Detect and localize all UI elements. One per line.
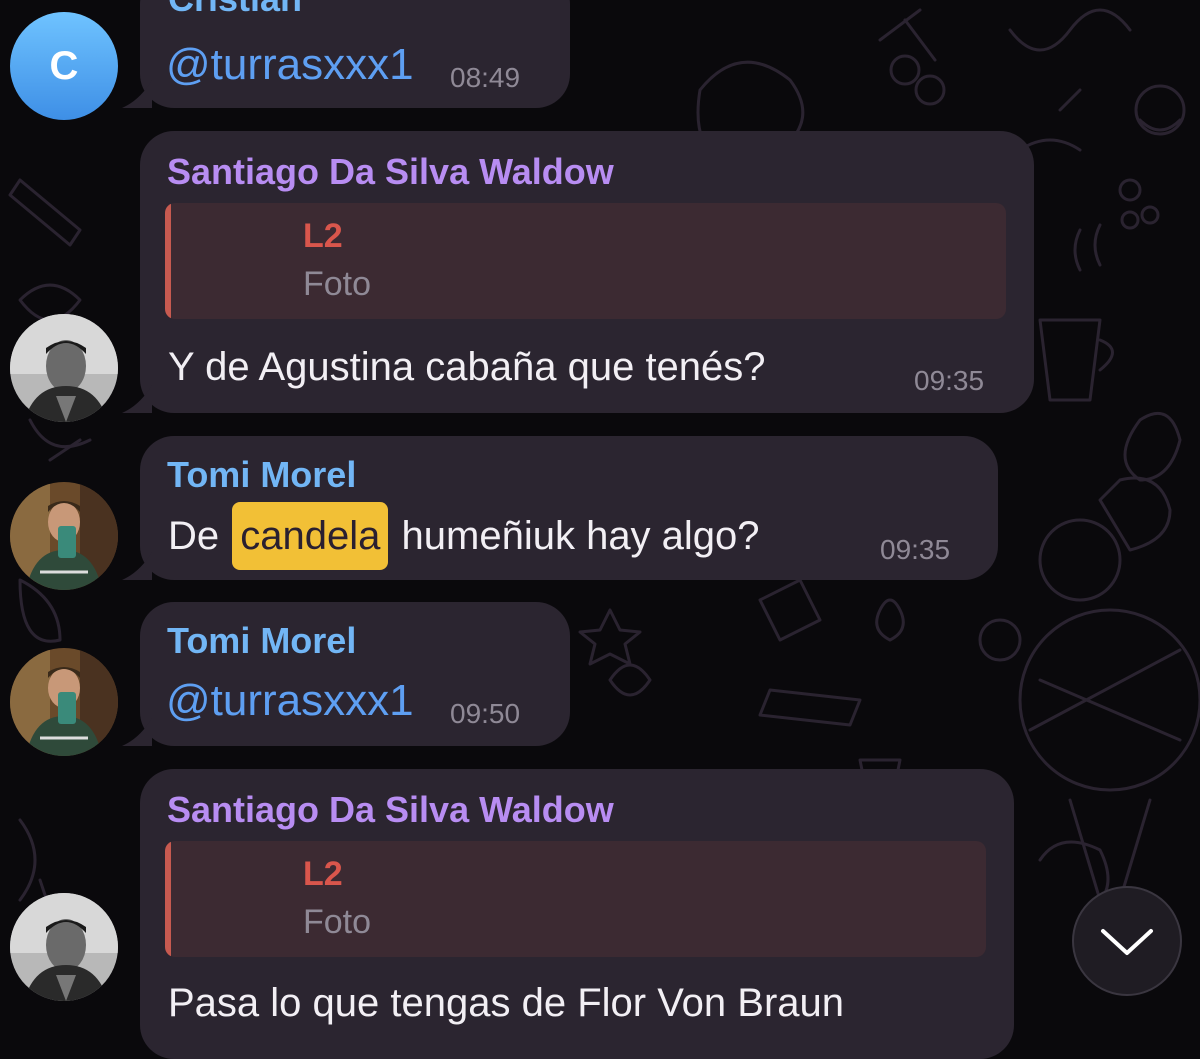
message-time: 08:49	[450, 62, 521, 93]
search-highlight: candela	[232, 502, 389, 570]
message-time: 09:35	[914, 365, 985, 396]
bubble-tail	[122, 80, 152, 108]
message-bubble[interactable]: Tomi Morel De candela humeñiuk hay algo?…	[140, 436, 998, 580]
message-text: De candela humeñiuk hay algo?	[168, 502, 760, 570]
reply-preview[interactable]: L2 Foto	[165, 841, 986, 957]
avatar-tomi[interactable]	[10, 648, 118, 756]
reply-title: L2	[303, 855, 343, 893]
bubble-tail	[122, 385, 152, 413]
mention-link[interactable]: @turrasxxx1	[166, 676, 414, 726]
message-bubble[interactable]: Santiago Da Silva Waldow L2 Foto Pasa lo…	[140, 769, 1014, 1059]
message-text-start: De	[168, 514, 220, 558]
sender-name: Tomi Morel	[167, 454, 357, 495]
reply-preview[interactable]: L2 Foto	[165, 203, 1006, 319]
avatar-santiago[interactable]	[10, 893, 118, 1001]
sender-name: Tomi Morel	[167, 620, 357, 661]
sender-name: Cristian	[168, 0, 302, 20]
reply-text: Foto	[303, 903, 372, 941]
message-text-end: humeñiuk hay algo?	[401, 514, 760, 558]
avatar-tomi[interactable]	[10, 482, 118, 590]
reply-accent-bar	[165, 841, 171, 957]
avatar-letter: C	[49, 43, 79, 88]
message-time: 09:50	[450, 698, 521, 729]
message-bubble[interactable]: Tomi Morel @turrasxxx1 09:50	[140, 602, 570, 746]
reply-accent-bar	[165, 203, 171, 319]
mention-link[interactable]: @turrasxxx1	[166, 40, 414, 90]
message-bubble[interactable]: Santiago Da Silva Waldow L2 Foto Y de Ag…	[140, 131, 1034, 413]
message-time: 09:35	[880, 534, 951, 565]
reply-title: L2	[303, 217, 343, 255]
avatar-santiago[interactable]	[10, 314, 118, 422]
message-text: Y de Agustina cabaña que tenés?	[168, 345, 766, 389]
reply-text: Foto	[303, 265, 372, 303]
message-bubble[interactable]: Cristian @turrasxxx1 08:49	[140, 0, 570, 108]
scroll-down-button[interactable]	[1072, 886, 1182, 996]
avatar-cristian[interactable]: C	[10, 12, 118, 120]
message-text: Pasa lo que tengas de Flor Von Braun	[168, 981, 845, 1025]
chevron-down-icon	[1101, 929, 1153, 955]
bubble-tail	[122, 552, 152, 580]
sender-name: Santiago Da Silva Waldow	[167, 789, 614, 830]
sender-name: Santiago Da Silva Waldow	[167, 151, 614, 192]
bubble-tail	[122, 718, 152, 746]
